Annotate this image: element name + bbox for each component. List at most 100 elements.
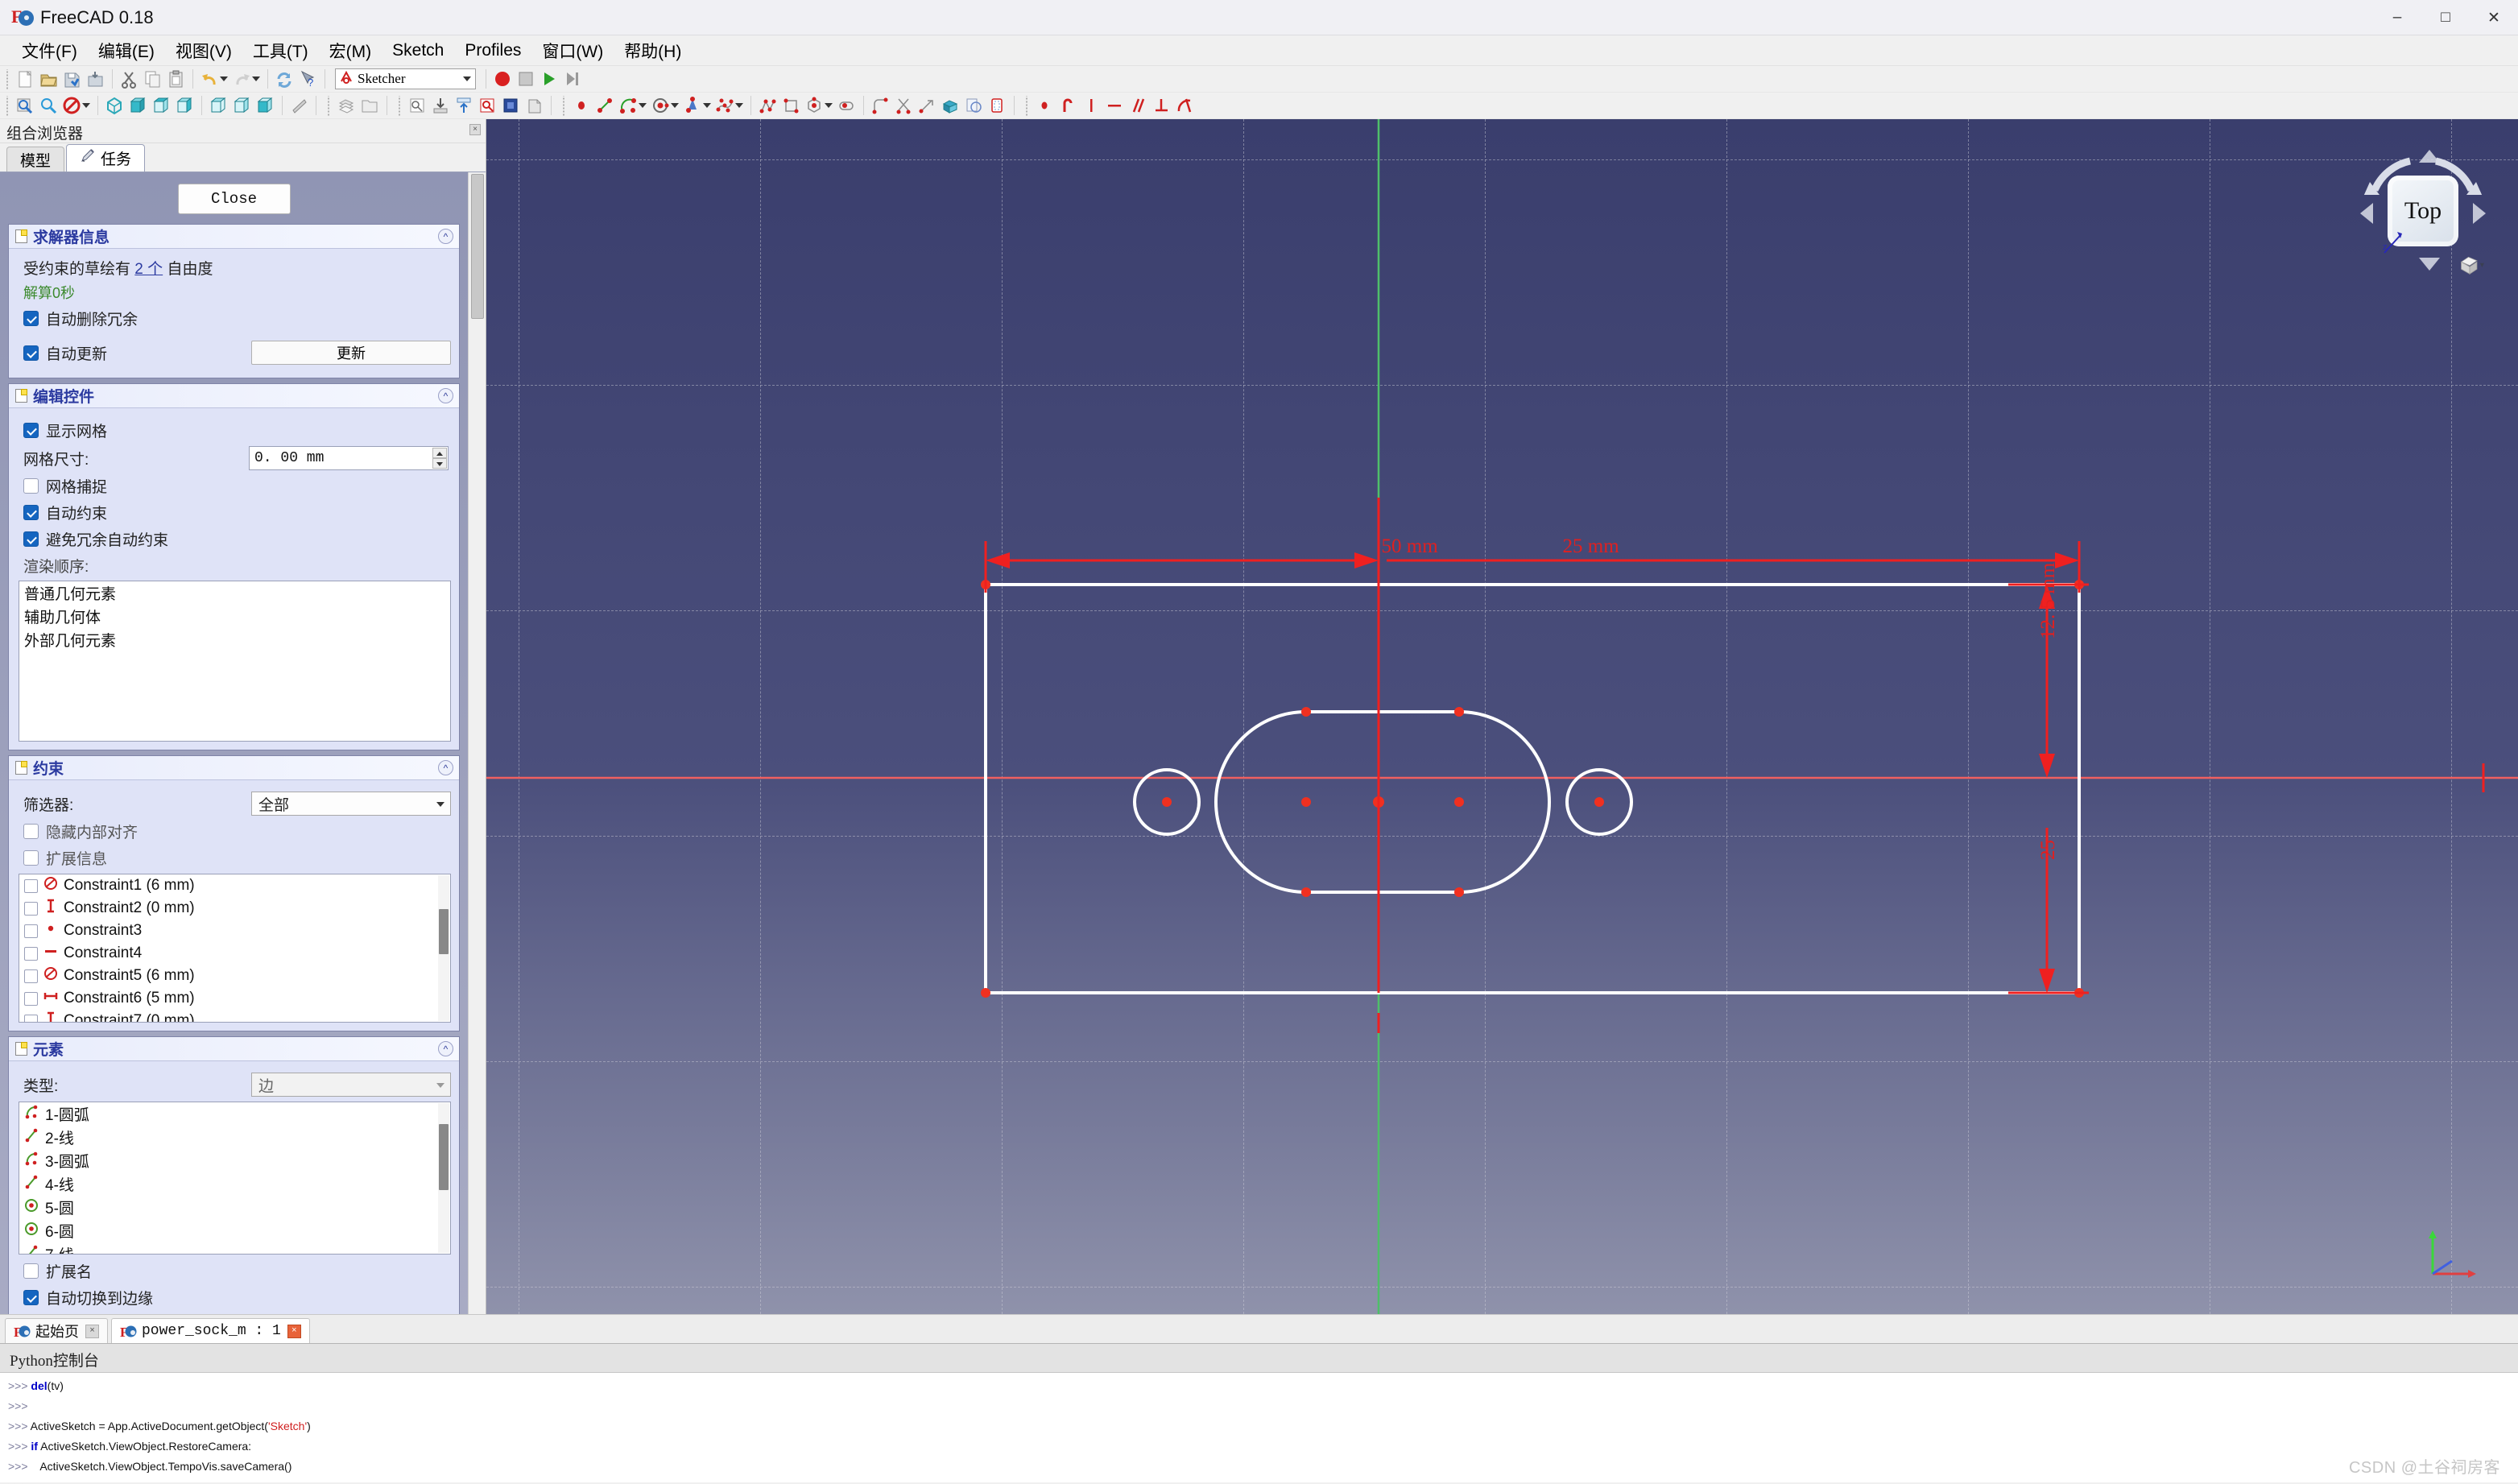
- constraint-checkbox[interactable]: [24, 991, 38, 1006]
- python-console[interactable]: Python控制台 >>> del(tv) >>> >>> ActiveSket…: [0, 1343, 2518, 1484]
- dim-right-upper[interactable]: 12. 5 mm: [2037, 562, 2060, 639]
- extend-icon[interactable]: [916, 94, 939, 118]
- fit-selection-icon[interactable]: [37, 94, 60, 118]
- list-item[interactable]: 1-圆弧: [19, 1102, 450, 1126]
- toolbar-grip[interactable]: [560, 95, 567, 116]
- close-tab-icon[interactable]: ×: [85, 1324, 99, 1338]
- auto-constraints-checkbox[interactable]: [23, 505, 39, 520]
- create-arc-icon[interactable]: [617, 94, 640, 118]
- constraint-checkbox[interactable]: [24, 901, 38, 916]
- macro-record-icon[interactable]: [491, 68, 515, 91]
- paste-icon[interactable]: [164, 68, 188, 91]
- list-item[interactable]: Constraint1 (6 mm): [19, 874, 450, 897]
- cut-icon[interactable]: [118, 68, 141, 91]
- list-item[interactable]: 2-线: [19, 1126, 450, 1149]
- draw-style-icon[interactable]: [60, 94, 84, 118]
- tab-model[interactable]: 模型: [6, 147, 65, 172]
- whats-this-icon[interactable]: ?: [296, 68, 320, 91]
- collapse-icon[interactable]: ^: [438, 388, 453, 403]
- constrain-tangent-icon[interactable]: [1173, 94, 1197, 118]
- auto-switch-edge-checkbox[interactable]: [23, 1290, 39, 1305]
- grid-snap-checkbox[interactable]: [23, 478, 39, 494]
- create-point-icon[interactable]: [570, 94, 593, 118]
- fillet-icon[interactable]: [869, 94, 892, 118]
- redo-icon[interactable]: [230, 68, 254, 91]
- grid-size-stepper[interactable]: [432, 448, 447, 469]
- elements-scrollbar[interactable]: [438, 1103, 449, 1253]
- refresh-icon[interactable]: [273, 68, 296, 91]
- toolbar-grip[interactable]: [325, 95, 332, 116]
- constraints-scrollbar[interactable]: [438, 875, 449, 1021]
- edit-controls-header[interactable]: 编辑控件 ^: [9, 384, 459, 408]
- avoid-redundant-row[interactable]: 避免冗余自动约束: [23, 528, 451, 550]
- toggle-construction-icon[interactable]: [986, 94, 1009, 118]
- undo-icon[interactable]: [198, 68, 221, 91]
- create-circle-icon[interactable]: [649, 94, 672, 118]
- element-type-select[interactable]: 边: [251, 1073, 451, 1097]
- list-item[interactable]: Constraint2 (0 mm): [19, 897, 450, 920]
- map-sketch-icon[interactable]: [523, 94, 546, 118]
- dof-value-link[interactable]: 2 个: [134, 261, 163, 278]
- list-item[interactable]: 3-圆弧: [19, 1149, 450, 1172]
- grid-size-input[interactable]: 0. 00 mm: [249, 446, 449, 470]
- menu-sketch[interactable]: Sketch: [382, 39, 454, 63]
- dim-right-lower[interactable]: 25: [2037, 840, 2060, 860]
- constraints-list[interactable]: Constraint1 (6 mm) Constraint2 (0 mm) Co: [19, 874, 451, 1023]
- create-body-icon[interactable]: [335, 94, 358, 118]
- close-button[interactable]: Close: [177, 184, 291, 214]
- create-conic-icon[interactable]: [681, 94, 705, 118]
- save-as-icon[interactable]: [84, 68, 107, 91]
- list-item[interactable]: Constraint5 (6 mm): [19, 965, 450, 987]
- extended-info-checkbox[interactable]: [23, 850, 39, 866]
- list-item[interactable]: 4-线: [19, 1172, 450, 1196]
- nav-mini-cube-icon[interactable]: [2460, 254, 2484, 275]
- show-grid-checkbox[interactable]: [23, 423, 39, 438]
- constraints-header[interactable]: 约束 ^: [9, 756, 459, 780]
- constrain-coincident-icon[interactable]: [1033, 94, 1056, 118]
- sketch-geometry[interactable]: [486, 119, 2518, 1314]
- copy-icon[interactable]: [141, 68, 164, 91]
- extended-name-checkbox[interactable]: [23, 1263, 39, 1279]
- left-view-icon[interactable]: [254, 94, 277, 118]
- nav-arrow-left-icon[interactable]: [2360, 203, 2373, 224]
- macro-execute-icon[interactable]: [538, 68, 561, 91]
- mdi-tab-start-page[interactable]: F 起始页 ×: [5, 1318, 108, 1343]
- maximize-button[interactable]: □: [2421, 0, 2470, 35]
- menu-edit[interactable]: 编辑(E): [88, 36, 165, 65]
- constrain-horizontal-icon[interactable]: [1103, 94, 1127, 118]
- edit-sketch-icon[interactable]: [429, 94, 453, 118]
- mdi-tab-document[interactable]: F power_sock_m : 1 ×: [111, 1318, 310, 1343]
- 3d-viewport[interactable]: 50 mm 25 mm 12. 5 mm 25 Top z: [486, 119, 2518, 1314]
- panel-close-icon[interactable]: ×: [469, 124, 481, 135]
- hide-internal-checkbox[interactable]: [23, 824, 39, 839]
- create-group-icon[interactable]: [358, 94, 382, 118]
- list-item[interactable]: 6-圆: [19, 1219, 450, 1242]
- auto-constraints-row[interactable]: 自动约束: [23, 502, 451, 523]
- workbench-selector[interactable]: Sketcher: [335, 68, 476, 89]
- stepper-up-icon[interactable]: [432, 448, 447, 458]
- auto-remove-redundants-row[interactable]: 自动删除冗余: [23, 308, 451, 329]
- create-polyline-icon[interactable]: [756, 94, 779, 118]
- auto-update-row[interactable]: 自动更新 更新: [23, 341, 451, 365]
- constraint-checkbox[interactable]: [24, 969, 38, 983]
- leave-sketch-icon[interactable]: [453, 94, 476, 118]
- menu-help[interactable]: 帮助(H): [614, 36, 692, 65]
- python-console-body[interactable]: >>> del(tv) >>> >>> ActiveSketch = App.A…: [0, 1373, 2518, 1484]
- axonometric-view-icon[interactable]: [103, 94, 126, 118]
- hide-internal-row[interactable]: 隐藏内部对齐: [23, 821, 451, 842]
- constrain-parallel-icon[interactable]: [1127, 94, 1150, 118]
- carbon-copy-icon[interactable]: [962, 94, 986, 118]
- list-item[interactable]: Constraint7 (0 mm): [19, 1010, 450, 1022]
- close-tab-icon[interactable]: ×: [287, 1324, 301, 1338]
- constraint-checkbox[interactable]: [24, 1014, 38, 1022]
- top-view-icon[interactable]: [150, 94, 173, 118]
- elements-list[interactable]: 1-圆弧 2-线 3-圆弧 4-线 5-圆 6-圆: [19, 1102, 451, 1255]
- toolbar-grip[interactable]: [3, 68, 10, 89]
- dim-top-right[interactable]: 25 mm: [1563, 535, 1619, 558]
- list-item[interactable]: 普通几何元素: [19, 581, 450, 605]
- fit-all-icon[interactable]: [14, 94, 37, 118]
- constraint-checkbox[interactable]: [24, 946, 38, 961]
- avoid-redundant-checkbox[interactable]: [23, 531, 39, 547]
- nav-arrow-right-icon[interactable]: [2473, 203, 2486, 224]
- collapse-icon[interactable]: ^: [438, 760, 453, 775]
